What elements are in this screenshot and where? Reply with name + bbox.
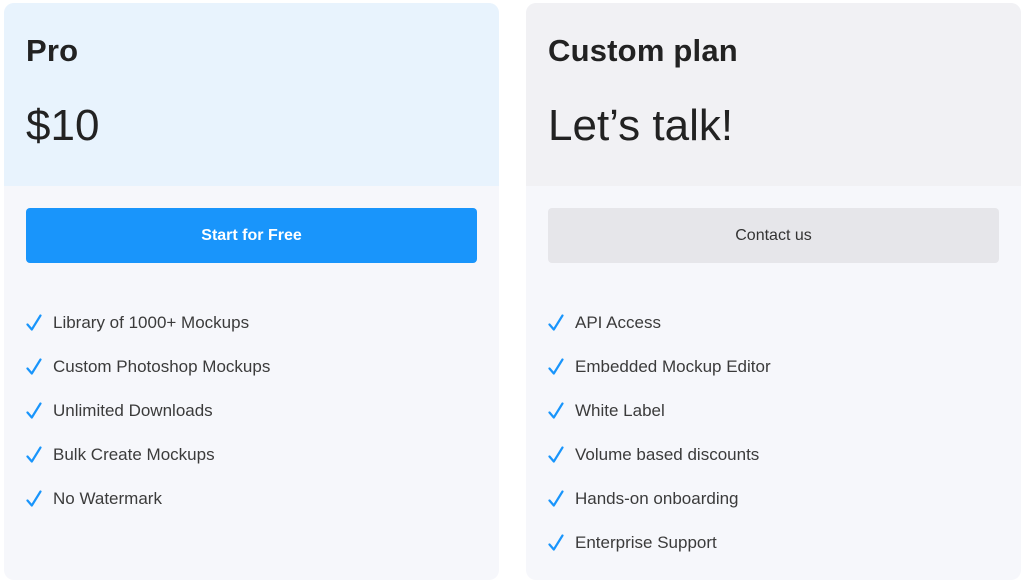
feature-item: API Access [548,301,999,345]
feature-item: Volume based discounts [548,433,999,477]
plan-body: Start for Free Library of 1000+ Mockups … [4,186,499,521]
plan-body: Contact us API Access Embedded Mockup Ed… [526,186,1021,565]
feature-item: Bulk Create Mockups [26,433,477,477]
feature-item: No Watermark [26,477,477,521]
check-icon [548,534,564,552]
feature-label: Custom Photoshop Mockups [53,357,271,376]
feature-item: Custom Photoshop Mockups [26,345,477,389]
plan-name: Custom plan [548,33,738,68]
feature-label: Unlimited Downloads [53,401,213,420]
check-icon [548,446,564,464]
feature-item: Hands-on onboarding [548,477,999,521]
plan-name: Pro [26,33,79,68]
feature-label: Embedded Mockup Editor [575,357,771,376]
feature-label: White Label [575,401,665,420]
start-for-free-button[interactable]: Start for Free [26,208,477,263]
check-icon [26,358,42,376]
plan-header: Custom plan Let’s talk! [526,3,1021,186]
check-icon [26,314,42,332]
plan-header: Pro $10 [4,3,499,186]
feature-label: No Watermark [53,489,162,508]
check-icon [26,446,42,464]
check-icon [26,402,42,420]
feature-item: Library of 1000+ Mockups [26,301,477,345]
plan-card-pro: Pro $10 Start for Free Library of 1000+ … [4,3,499,580]
plan-price: $10 [26,101,100,150]
feature-label: Library of 1000+ Mockups [53,313,250,332]
check-icon [548,402,564,420]
feature-item: Enterprise Support [548,521,999,565]
feature-label: API Access [575,313,661,332]
check-icon [26,490,42,508]
check-icon [548,490,564,508]
feature-list: Library of 1000+ Mockups Custom Photosho… [26,301,477,521]
feature-label: Enterprise Support [575,533,717,552]
pricing-section: Pro $10 Start for Free Library of 1000+ … [0,0,1024,584]
feature-item: White Label [548,389,999,433]
feature-label: Volume based discounts [575,445,760,464]
feature-list: API Access Embedded Mockup Editor White … [548,301,999,565]
plan-card-custom: Custom plan Let’s talk! Contact us API A… [526,3,1021,580]
contact-us-button[interactable]: Contact us [548,208,999,263]
check-icon [548,358,564,376]
check-icon [548,314,564,332]
plan-price: Let’s talk! [548,101,734,150]
feature-label: Bulk Create Mockups [53,445,215,464]
feature-item: Embedded Mockup Editor [548,345,999,389]
feature-item: Unlimited Downloads [26,389,477,433]
feature-label: Hands-on onboarding [575,489,739,508]
